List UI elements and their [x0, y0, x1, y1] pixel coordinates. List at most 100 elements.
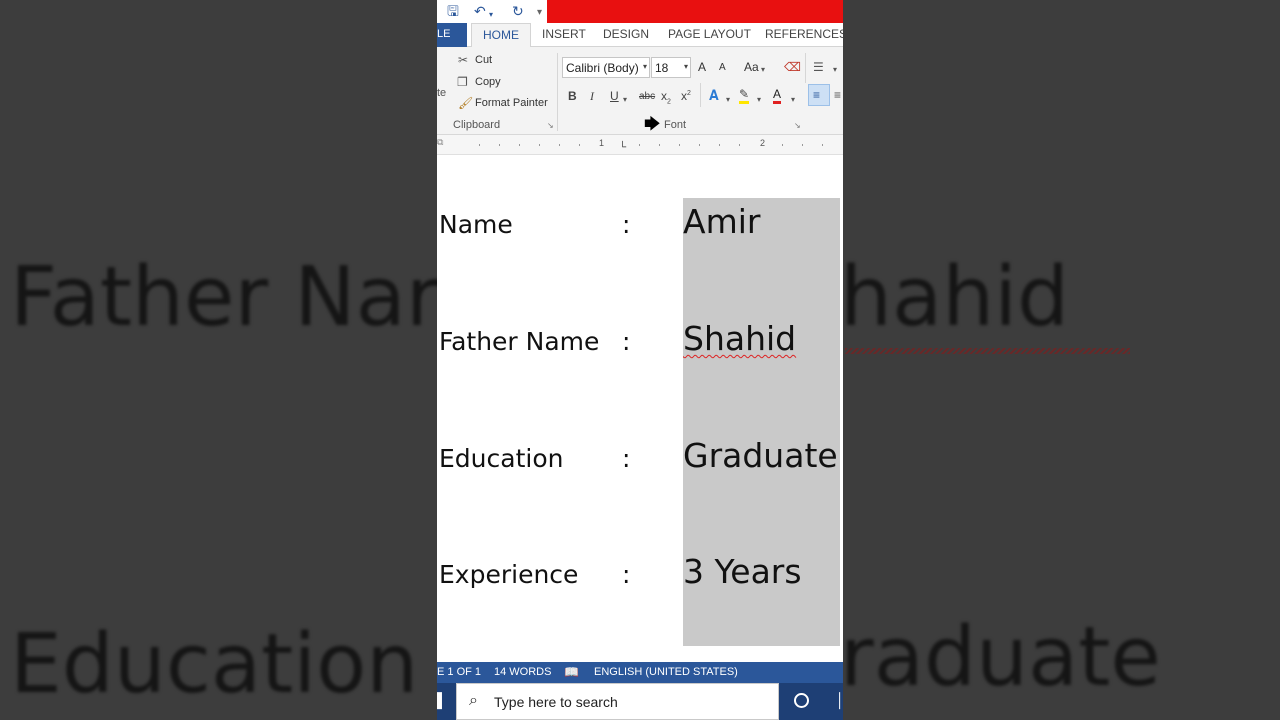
grow-font-button[interactable]: A [698, 60, 706, 74]
field-label: Father Name [439, 327, 600, 356]
field-label: Experience [439, 560, 579, 589]
paintbrush-icon: 🖌 [458, 96, 474, 110]
bold-button[interactable]: B [568, 89, 577, 103]
tab-references[interactable]: REFERENCES [765, 27, 843, 41]
tab-stop-icon[interactable]: └ [619, 141, 626, 155]
clear-formatting-icon[interactable]: ⌫ [784, 60, 801, 74]
chevron-down-icon[interactable]: ▾ [643, 62, 647, 71]
italic-button[interactable]: I [590, 89, 594, 104]
word-count[interactable]: 14 WORDS [494, 666, 551, 678]
clipboard-group-label: Clipboard [453, 119, 501, 131]
document-page[interactable]: Name : Amir Father Name : Shahid Educati… [437, 156, 843, 662]
horizontal-ruler[interactable]: ⧉ 1 └ 2 [437, 135, 843, 155]
screen: Father Nar hahid Education raduate 🖫 ↶ ▾… [0, 0, 1280, 720]
chevron-down-icon[interactable]: ▾ [726, 93, 730, 107]
shrink-font-button[interactable]: A [719, 62, 726, 73]
tab-home[interactable]: HOME [471, 23, 531, 48]
chevron-down-icon[interactable]: ▾ [757, 93, 761, 107]
field-colon: : [622, 210, 631, 239]
chevron-down-icon[interactable]: ▾ [791, 93, 795, 107]
status-bar: E 1 OF 1 14 WORDS 📖 ENGLISH (UNITED STAT… [437, 662, 843, 683]
undo-dropdown-icon[interactable]: ▾ [489, 6, 493, 24]
ruler-tick [499, 144, 500, 146]
font-color-icon[interactable]: A [773, 87, 782, 104]
underline-button[interactable]: U [610, 89, 619, 103]
start-icon[interactable]: ▌ [437, 692, 447, 708]
ruler-tick [719, 144, 720, 146]
field-label: Name [439, 210, 513, 239]
ribbon-tabs: LE HOME INSERT DESIGN PAGE LAYOUT REFERE… [437, 23, 843, 48]
group-separator [805, 53, 806, 83]
tab-page-layout[interactable]: PAGE LAYOUT [668, 27, 751, 41]
customize-dropdown-icon[interactable]: ▾ [537, 4, 542, 22]
task-view-icon[interactable]: │ [836, 692, 843, 708]
proofing-icon[interactable]: 📖 [564, 665, 579, 679]
paste-button[interactable]: te [437, 87, 446, 99]
ruler-tick [802, 144, 803, 146]
save-icon[interactable]: 🖫 [447, 2, 459, 20]
taskbar-search-box[interactable]: ⌕ Type here to search [456, 683, 779, 720]
field-value: Amir [683, 202, 761, 241]
highlight-color-icon[interactable]: ✎ [739, 87, 750, 104]
language-indicator[interactable]: ENGLISH (UNITED STATES) [594, 666, 738, 678]
chevron-down-icon[interactable]: ▾ [684, 62, 688, 71]
search-icon: ⌕ [469, 692, 478, 709]
background-text: Education [10, 617, 419, 712]
page-count[interactable]: E 1 OF 1 [437, 666, 481, 678]
field-colon: : [622, 444, 631, 473]
title-bar-highlight [547, 0, 843, 23]
chevron-down-icon[interactable]: ▾ [623, 93, 627, 107]
ruler-tick [659, 144, 660, 146]
background-text: raduate [840, 610, 1161, 705]
search-placeholder: Type here to search [494, 694, 618, 710]
cut-label: Cut [475, 54, 493, 66]
redo-icon[interactable]: ↻ [512, 2, 524, 20]
tab-insert[interactable]: INSERT [542, 27, 586, 41]
word-window: 🖫 ↶ ▾ ↻ ▾ LE HOME INSERT DESIGN PAGE LAY… [437, 0, 843, 720]
chevron-down-icon[interactable]: ▾ [833, 63, 837, 77]
ruler-number: 1 [599, 138, 605, 148]
taskbar: ▌ ⌕ Type here to search │ [437, 683, 843, 720]
text-effects-icon[interactable]: 𝐀 [709, 87, 719, 104]
font-launcher-icon[interactable]: ↘ [794, 121, 801, 130]
scissors-icon: ✂ [458, 53, 469, 67]
superscript-button[interactable]: x2 [681, 89, 691, 103]
change-case-button[interactable]: Aa [744, 60, 759, 74]
background-spell-underline [845, 348, 1130, 354]
strikethrough-button[interactable]: abc [639, 91, 655, 102]
ruler-tick [479, 144, 480, 146]
field-colon: : [622, 327, 631, 356]
align-left-icon: ≡ [813, 88, 821, 102]
chevron-down-icon[interactable]: ▾ [761, 63, 765, 77]
ruler-tick [699, 144, 700, 146]
bullets-icon[interactable]: ☰ [813, 60, 824, 74]
subscript-button[interactable]: x2 [661, 89, 671, 105]
ruler-tick [639, 144, 640, 146]
tab-file[interactable]: LE [437, 23, 467, 47]
field-value: 3 Years [683, 552, 802, 591]
ribbon-home: te ✂ Cut ❐ Copy 🖌 Format Painter Clipboa… [437, 47, 843, 135]
copy-icon: ❐ [457, 75, 468, 89]
font-name-combo[interactable]: Calibri (Body) ▾ [562, 57, 650, 78]
ruler-tick [822, 144, 823, 146]
ruler-number: 2 [760, 138, 766, 148]
align-left-button[interactable]: ≡ [808, 84, 830, 106]
field-value: Graduate [683, 436, 838, 475]
ruler-tick [679, 144, 680, 146]
font-size-combo[interactable]: 18 ▾ [651, 57, 691, 78]
group-separator [700, 83, 701, 107]
format-painter-label: Format Painter [475, 97, 548, 109]
font-group-label: Font [664, 119, 687, 131]
field-colon: : [622, 560, 631, 589]
ruler-tick [782, 144, 783, 146]
undo-icon[interactable]: ↶ [474, 2, 486, 20]
align-center-icon[interactable]: ≡ [834, 88, 841, 102]
indent-marker-icon[interactable]: ⧉ [437, 135, 443, 149]
ruler-tick [559, 144, 560, 146]
background-text: Father Nar [10, 250, 440, 345]
tab-design[interactable]: DESIGN [603, 27, 649, 41]
clipboard-launcher-icon[interactable]: ↘ [547, 121, 554, 130]
copy-label: Copy [475, 76, 501, 88]
font-size-value: 18 [655, 61, 669, 75]
cortana-icon[interactable] [794, 693, 809, 708]
